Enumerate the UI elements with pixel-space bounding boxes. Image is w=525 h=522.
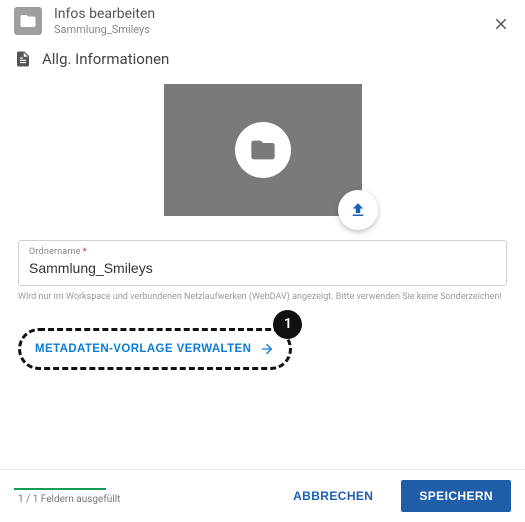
section-title: Allg. Informationen: [42, 50, 169, 68]
progress-bar: [14, 488, 106, 490]
required-asterisk: *: [83, 247, 87, 257]
metadata-link-wrap: METADATEN-VORLAGE VERWALTEN 1: [18, 328, 292, 370]
dialog-header: Infos bearbeiten Sammlung_Smileys: [0, 0, 525, 40]
cancel-button[interactable]: ABBRECHEN: [275, 480, 391, 512]
callout-badge-1: 1: [273, 310, 302, 339]
progress-fill: [14, 488, 106, 490]
preview-wrap: [18, 76, 507, 226]
document-icon: [14, 50, 32, 68]
dialog-title: Infos bearbeiten: [54, 6, 155, 22]
upload-button[interactable]: [338, 190, 378, 230]
edit-info-dialog: Infos bearbeiten Sammlung_Smileys Allg. …: [0, 0, 525, 522]
header-titles: Infos bearbeiten Sammlung_Smileys: [54, 6, 155, 36]
upload-icon: [349, 201, 367, 219]
save-button[interactable]: SPEICHERN: [401, 480, 511, 512]
progress-text: 1 / 1 Feldern ausgefüllt: [18, 494, 120, 505]
helper-text: Wird nur im Workspace und verbundenen Ne…: [18, 292, 507, 304]
folder-preview: [164, 84, 362, 216]
metadata-link-label: METADATEN-VORLAGE VERWALTEN: [35, 343, 251, 355]
progress-wrap: 1 / 1 Feldern ausgefüllt: [14, 488, 120, 505]
manage-metadata-template-button[interactable]: METADATEN-VORLAGE VERWALTEN: [18, 328, 292, 370]
foldername-field[interactable]: Ordnername*: [18, 240, 507, 286]
arrow-right-icon: [259, 341, 275, 357]
preview-circle: [235, 122, 291, 178]
field-label-text: Ordnername: [29, 247, 81, 257]
dialog-content: Ordnername* Wird nur im Workspace und ve…: [0, 76, 525, 469]
folder-icon: [249, 136, 277, 164]
close-icon: [492, 15, 510, 33]
close-button[interactable]: [487, 10, 515, 38]
dialog-footer: 1 / 1 Feldern ausgefüllt ABBRECHEN SPEIC…: [0, 469, 525, 522]
foldername-input[interactable]: [29, 260, 496, 276]
dialog-subtitle: Sammlung_Smileys: [54, 23, 155, 36]
folder-icon: [14, 7, 42, 35]
field-label: Ordnername*: [29, 247, 496, 257]
section-header: Allg. Informationen: [0, 40, 525, 76]
